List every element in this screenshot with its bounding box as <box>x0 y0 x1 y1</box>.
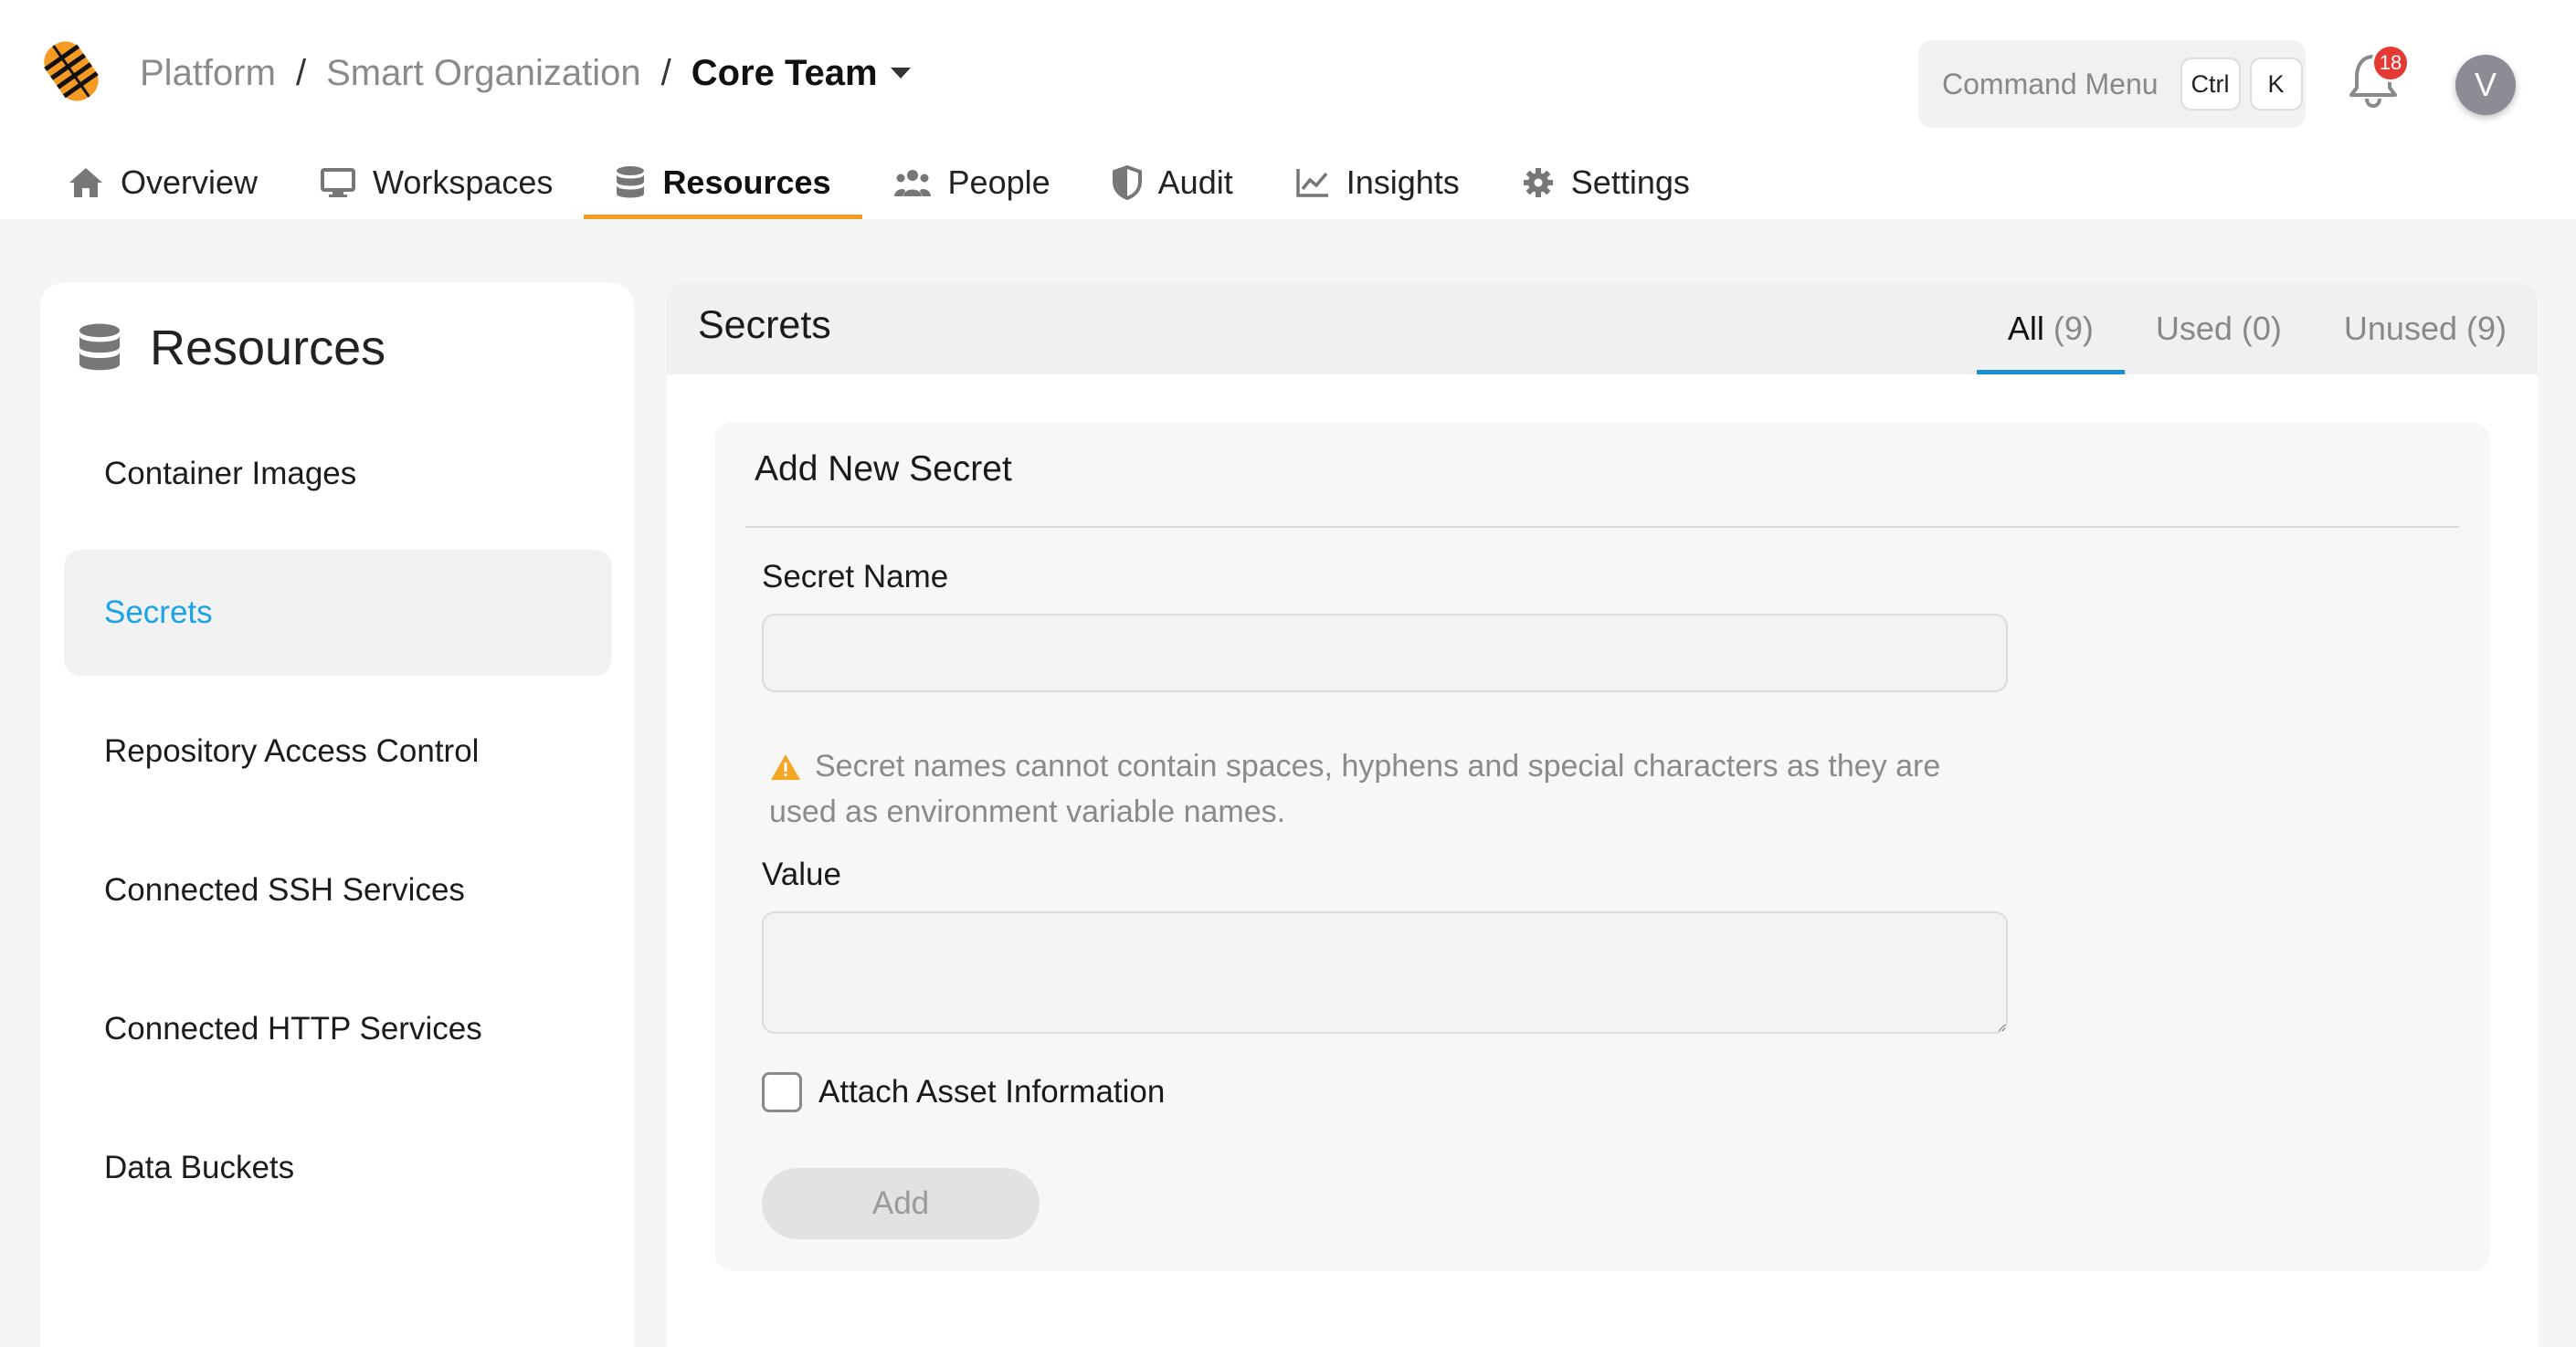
sidebar-item-repository-access-control[interactable]: Repository Access Control <box>64 689 612 815</box>
tab-overview-label: Overview <box>121 163 259 201</box>
tab-settings-label: Settings <box>1570 163 1690 201</box>
home-icon <box>69 168 102 197</box>
sidebar-title: Resources <box>150 321 386 375</box>
breadcrumb-separator: / <box>295 52 307 93</box>
tab-workspaces-label: Workspaces <box>373 163 554 201</box>
main-nav: Overview Workspaces Resources People Aud… <box>37 146 1721 219</box>
breadcrumb-organization[interactable]: Smart Organization <box>326 53 641 94</box>
form-title: Add New Secret <box>755 449 1012 489</box>
breadcrumb-platform[interactable]: Platform <box>140 53 276 94</box>
top-bar: Platform / Smart Organization / Core Tea… <box>0 0 2576 219</box>
sidebar-header: Resources <box>77 320 385 376</box>
filter-count: (9) <box>2053 310 2094 347</box>
tab-people[interactable]: People <box>862 146 1082 219</box>
gear-icon <box>1523 168 1553 197</box>
team-switcher[interactable]: Core Team <box>692 53 913 94</box>
resources-sidebar: Resources Container Images Secrets Repos… <box>40 283 634 1347</box>
page-title: Secrets <box>698 303 831 347</box>
tab-resources-label: Resources <box>662 163 831 201</box>
tab-insights[interactable]: Insights <box>1264 146 1491 219</box>
filter-tab-unused[interactable]: Unused (9) <box>2313 283 2538 374</box>
database-icon <box>617 166 645 198</box>
breadcrumb: Platform / Smart Organization / Core Tea… <box>140 47 913 99</box>
tab-people-label: People <box>947 163 1050 201</box>
tab-audit-label: Audit <box>1157 163 1233 201</box>
tab-workspaces[interactable]: Workspaces <box>289 146 584 219</box>
tab-audit[interactable]: Audit <box>1082 146 1264 219</box>
filter-label: Unused <box>2343 310 2457 347</box>
filter-count: (9) <box>2466 310 2507 347</box>
value-label: Value <box>762 857 841 892</box>
filter-label: Used <box>2155 310 2233 347</box>
divider <box>745 526 2459 528</box>
caret-down-icon <box>890 68 911 79</box>
secret-value-textarea[interactable] <box>762 911 2008 1034</box>
warning-icon <box>771 754 800 780</box>
kbd-k: K <box>2249 58 2303 110</box>
tab-resources[interactable]: Resources <box>584 146 862 219</box>
notification-badge: 18 <box>2371 44 2410 82</box>
filter-tab-all[interactable]: All (9) <box>1976 283 2125 374</box>
filter-tab-used[interactable]: Used (0) <box>2125 283 2313 374</box>
brand-logo-icon[interactable] <box>38 35 104 108</box>
team-switcher-label: Core Team <box>691 52 878 93</box>
secret-name-hint: Secret names cannot contain spaces, hyph… <box>769 743 2011 835</box>
secret-name-input[interactable] <box>762 614 2008 692</box>
command-menu-button[interactable]: Command Menu Ctrl K <box>1918 40 2306 128</box>
breadcrumb-separator: / <box>660 52 671 93</box>
sidebar-item-data-buckets[interactable]: Data Buckets <box>64 1105 612 1231</box>
attach-asset-option: Attach Asset Information <box>762 1072 1165 1112</box>
attach-asset-label[interactable]: Attach Asset Information <box>818 1074 1165 1110</box>
panel-header: Secrets All (9) Used (0) Unused (9) <box>667 283 2538 374</box>
monitor-icon <box>321 168 356 197</box>
attach-asset-checkbox[interactable] <box>762 1072 802 1112</box>
sidebar-item-secrets[interactable]: Secrets <box>64 550 612 676</box>
people-icon <box>893 170 931 196</box>
filter-count: (0) <box>2241 310 2282 347</box>
secrets-panel: Secrets All (9) Used (0) Unused (9) Add … <box>667 283 2538 1347</box>
sidebar-list: Container Images Secrets Repository Acce… <box>64 411 612 1244</box>
avatar[interactable]: V <box>2455 55 2516 115</box>
add-secret-form: Add New Secret Secret Name Secret names … <box>714 422 2490 1271</box>
filter-label: All <box>2007 310 2044 347</box>
kbd-ctrl: Ctrl <box>2180 58 2241 110</box>
sidebar-item-connected-ssh-services[interactable]: Connected SSH Services <box>64 827 612 953</box>
chart-line-icon <box>1295 169 1328 197</box>
tab-insights-label: Insights <box>1346 163 1460 201</box>
database-icon <box>79 323 121 371</box>
sidebar-item-connected-http-services[interactable]: Connected HTTP Services <box>64 966 612 1092</box>
hint-text-line-2: used as environment variable names. <box>769 795 1286 829</box>
secret-name-label: Secret Name <box>762 559 949 595</box>
command-menu-label: Command Menu <box>1942 67 2159 100</box>
tab-settings[interactable]: Settings <box>1491 146 1721 219</box>
filter-tabs: All (9) Used (0) Unused (9) <box>1976 283 2538 374</box>
add-secret-button[interactable]: Add <box>762 1168 1040 1239</box>
hint-text-line-1: Secret names cannot contain spaces, hyph… <box>815 749 1941 784</box>
tab-overview[interactable]: Overview <box>37 146 289 219</box>
shield-icon <box>1112 165 1142 200</box>
sidebar-item-container-images[interactable]: Container Images <box>64 411 612 537</box>
